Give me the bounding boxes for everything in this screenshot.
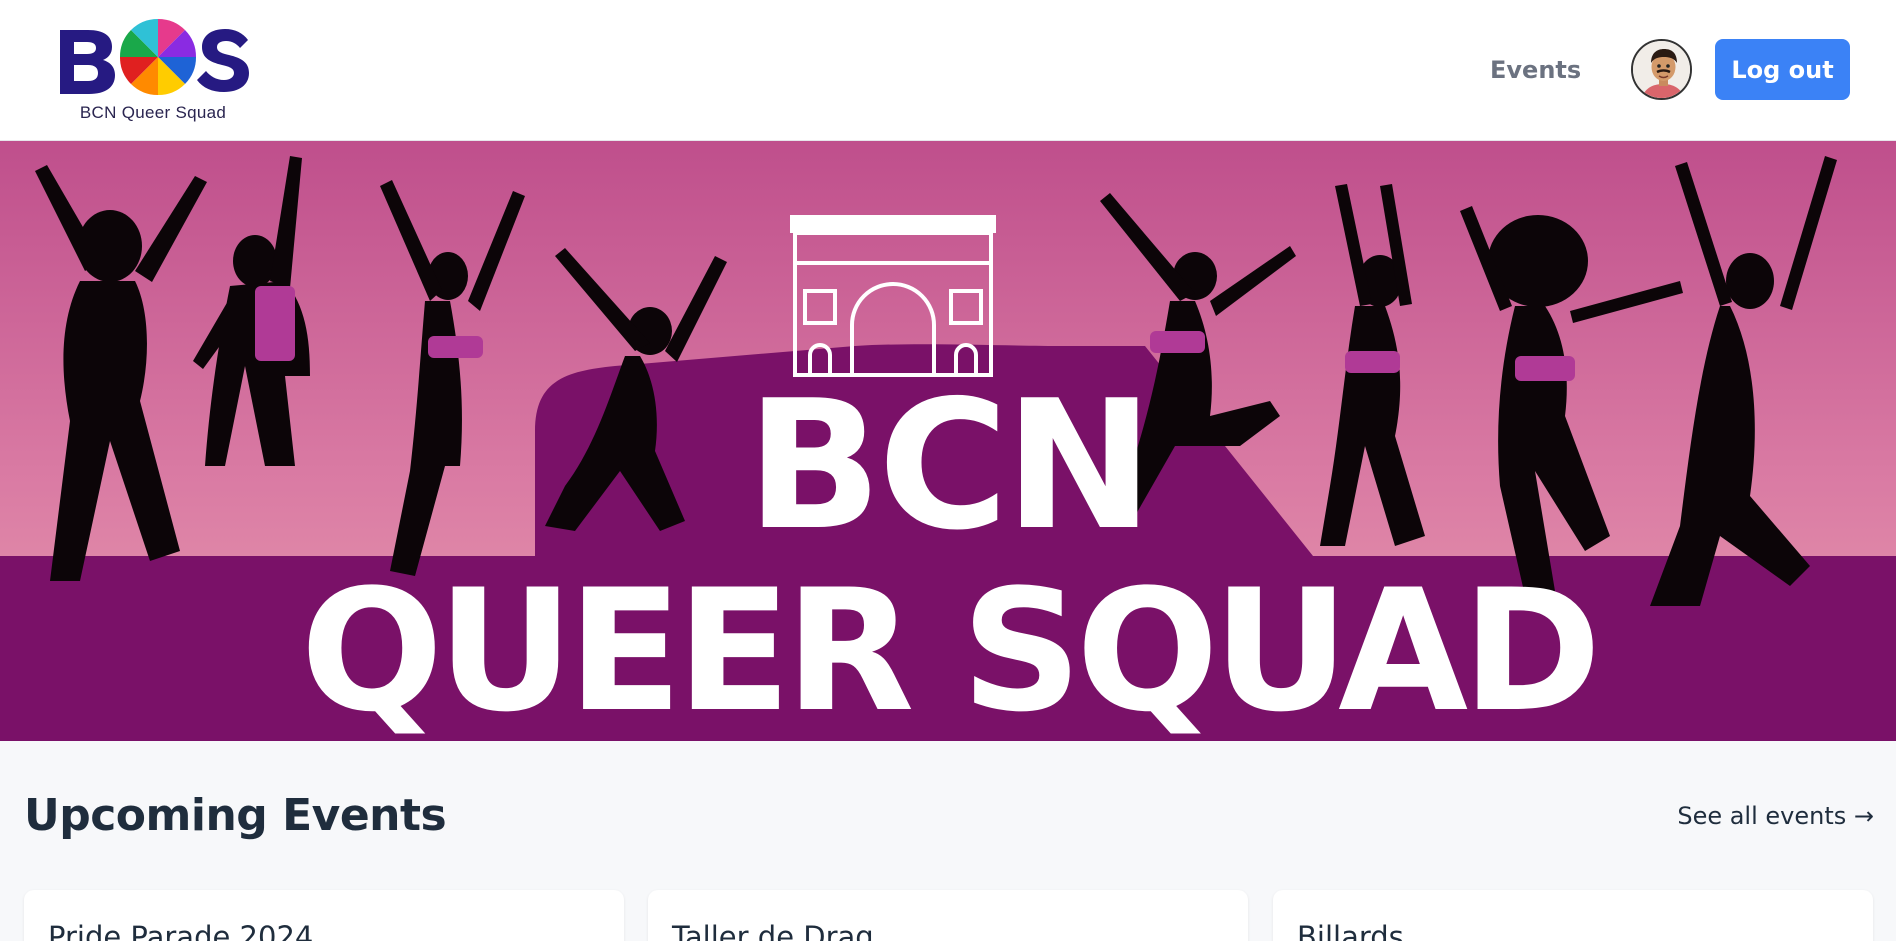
logout-button[interactable]: Log out	[1715, 39, 1850, 100]
event-card-title: Taller de Drag	[672, 920, 874, 941]
hero-title-line2: QUEER SQUAD	[300, 553, 1601, 741]
event-card[interactable]: Pride Parade 2024	[24, 890, 624, 941]
avatar-face-icon	[1633, 41, 1690, 98]
user-avatar[interactable]	[1631, 39, 1692, 100]
nav-events-link[interactable]: Events	[1490, 52, 1581, 88]
logo-graphic	[60, 18, 249, 96]
event-card-title: Billards	[1297, 920, 1404, 941]
hero-banner: BCN QUEER SQUAD	[0, 141, 1896, 741]
hero-title-line1: BCN	[746, 362, 1153, 569]
bqs-logo[interactable]: BCN Queer Squad	[58, 12, 254, 124]
event-card[interactable]: Billards	[1273, 890, 1873, 941]
upcoming-events-heading: Upcoming Events	[24, 790, 447, 841]
logo-subtitle: BCN Queer Squad	[79, 103, 227, 122]
event-card-title: Pride Parade 2024	[48, 920, 314, 941]
site-header: BCN Queer Squad Events Log out	[0, 0, 1896, 141]
see-all-events-link[interactable]: See all events →	[1677, 802, 1874, 830]
event-card[interactable]: Taller de Drag	[648, 890, 1248, 941]
